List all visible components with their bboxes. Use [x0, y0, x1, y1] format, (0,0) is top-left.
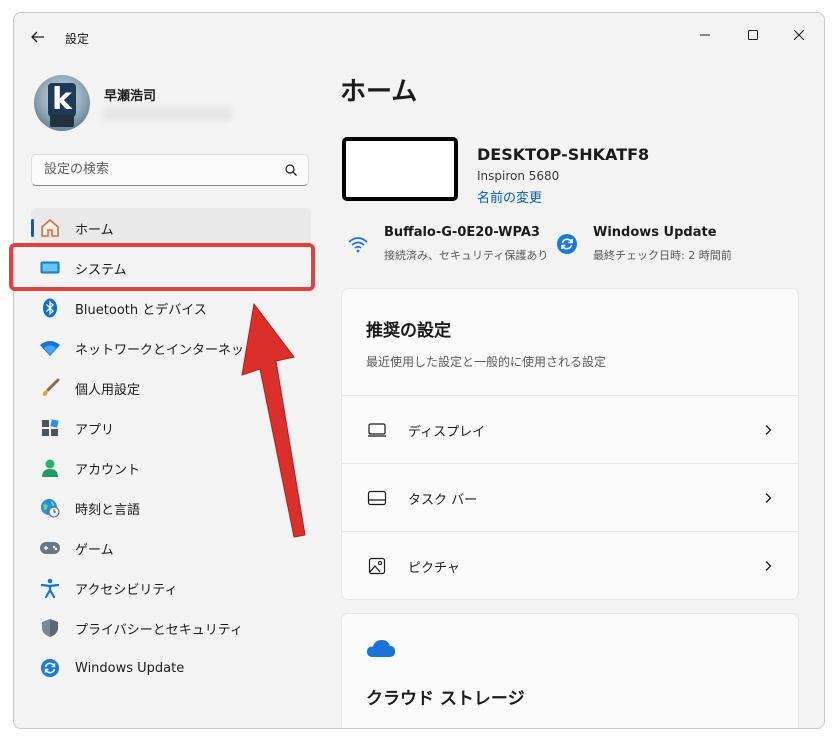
recommended-item-picture[interactable]: ピクチャ: [342, 531, 798, 600]
wifi-icon: [39, 337, 61, 359]
sidebar-item-label: アプリ: [75, 422, 115, 438]
picture-icon: [366, 555, 388, 577]
recommended-item-display[interactable]: ディスプレイ: [342, 395, 798, 464]
title-bar: 設定: [14, 13, 824, 61]
chevron-right-icon: [765, 493, 772, 503]
sidebar-item-label: ホーム: [75, 222, 114, 238]
sidebar-item-label: ネットワークとインターネット: [75, 342, 258, 358]
chevron-right-icon: [765, 425, 772, 435]
sidebar-item-label: 時刻と言語: [75, 502, 141, 518]
sidebar-item-label: Bluetooth とデバイス: [75, 302, 207, 318]
update-title: Windows Update: [593, 225, 717, 240]
update-icon: [39, 657, 61, 679]
device-name: DESKTOP-SHKATF8: [477, 145, 650, 164]
user-name: 早瀬浩司: [104, 89, 157, 104]
onedrive-cloud-icon: [367, 640, 395, 657]
shield-icon: [39, 617, 61, 639]
maximize-icon: [748, 30, 758, 40]
chevron-right-icon: [765, 561, 772, 571]
sidebar-item-label: ゲーム: [75, 542, 114, 558]
device-model: Inspiron 5680: [477, 169, 560, 183]
sidebar-item-bluetooth[interactable]: Bluetooth とデバイス: [31, 288, 311, 328]
network-status-text: 接続済み、セキュリティ保護あり: [384, 249, 549, 262]
sidebar-item-label: アクセシビリティ: [75, 582, 178, 598]
sidebar-item-home[interactable]: ホーム: [31, 208, 311, 248]
recommended-item-label: ピクチャ: [408, 560, 460, 576]
globe-clock-icon: [39, 497, 61, 519]
minimize-button[interactable]: [682, 19, 728, 51]
avatar-disk-icon: [50, 115, 74, 127]
brush-icon: [39, 377, 61, 399]
maximize-button[interactable]: [730, 19, 776, 51]
recommended-item-label: タスク バー: [408, 492, 478, 508]
search-box[interactable]: [31, 154, 309, 186]
sidebar-item-windows-update[interactable]: Windows Update: [31, 648, 311, 688]
sidebar-item-label: 個人用設定: [75, 382, 141, 398]
sidebar-item-privacy[interactable]: プライバシーとセキュリティ: [31, 608, 311, 648]
recommended-title: 推奨の設定: [366, 321, 451, 341]
update-status-text: 最終チェック日時: 2 時間前: [593, 249, 732, 262]
user-email-blurred: [102, 107, 232, 121]
apps-icon: [39, 417, 61, 439]
close-button[interactable]: [776, 19, 822, 51]
recommended-subtitle: 最近使用した設定と一般的に使用される設定: [366, 355, 607, 369]
search-icon[interactable]: [284, 163, 298, 177]
avatar[interactable]: k: [34, 75, 90, 131]
recommended-item-label: ディスプレイ: [408, 424, 486, 440]
sidebar-item-label: アカウント: [75, 462, 141, 478]
sidebar-item-network[interactable]: ネットワークとインターネット: [31, 328, 311, 368]
rename-link[interactable]: 名前の変更: [477, 187, 542, 206]
sidebar-item-time-language[interactable]: 時刻と言語: [31, 488, 311, 528]
minimize-icon: [700, 34, 710, 36]
search-input[interactable]: [42, 161, 276, 178]
back-button[interactable]: [26, 25, 50, 49]
display-icon: [366, 419, 388, 441]
settings-window: 設定 k 早瀬浩司 ホーム: [13, 12, 825, 729]
account-icon: [39, 457, 61, 479]
page-title: ホーム: [340, 77, 418, 107]
device-thumbnail: [342, 137, 458, 201]
accessibility-icon: [39, 577, 61, 599]
recommended-card: 推奨の設定 最近使用した設定と一般的に使用される設定 ディスプレイ タスク バー…: [341, 288, 799, 600]
cloud-storage-title: クラウド ストレージ: [366, 689, 525, 709]
taskbar-icon: [366, 487, 388, 509]
app-title: 設定: [65, 32, 90, 46]
sidebar-item-apps[interactable]: アプリ: [31, 408, 311, 448]
sidebar-item-gaming[interactable]: ゲーム: [31, 528, 311, 568]
sidebar-item-accessibility[interactable]: アクセシビリティ: [31, 568, 311, 608]
sidebar-item-label: プライバシーとセキュリティ: [75, 622, 243, 638]
sidebar-item-label: Windows Update: [75, 660, 185, 676]
bluetooth-icon: [39, 297, 61, 319]
avatar-logo-icon: k: [48, 83, 76, 117]
arrow-left-icon: [31, 31, 44, 43]
update-icon: [557, 234, 577, 254]
recommended-item-taskbar[interactable]: タスク バー: [342, 463, 798, 532]
close-icon: [794, 30, 804, 40]
highlight-annotation: [9, 243, 315, 291]
home-icon: [39, 217, 61, 239]
cloud-storage-card: クラウド ストレージ: [341, 613, 799, 728]
wifi-icon: [348, 237, 368, 253]
sidebar-item-personalization[interactable]: 個人用設定: [31, 368, 311, 408]
gamepad-icon: [39, 537, 61, 559]
network-name: Buffalo-G-0E20-WPA3: [384, 225, 540, 240]
sidebar-item-accounts[interactable]: アカウント: [31, 448, 311, 488]
